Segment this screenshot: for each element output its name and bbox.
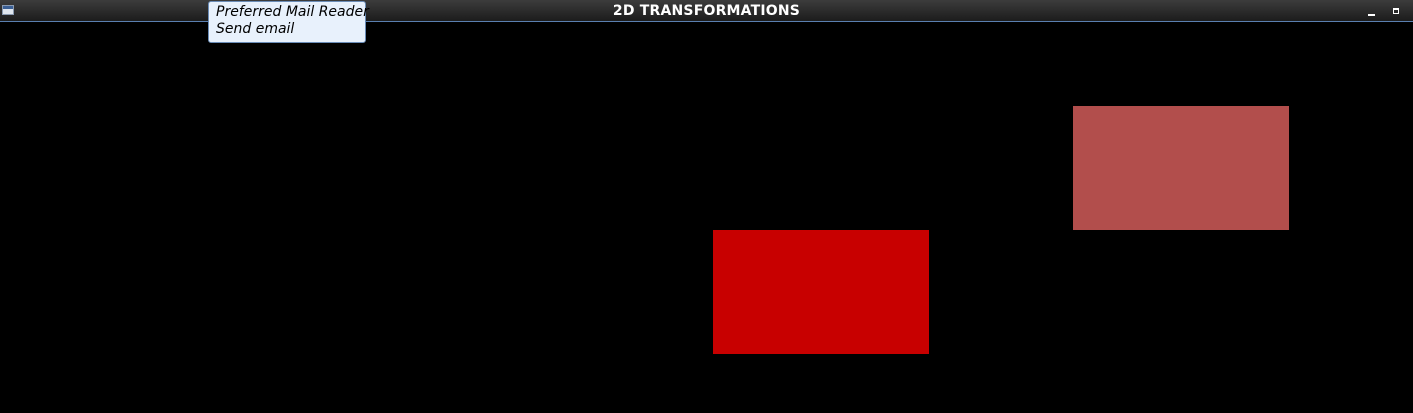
original-rectangle bbox=[713, 230, 929, 354]
app-window: 2D TRANSFORMATIONS Preferred Mail Reader… bbox=[0, 0, 1413, 413]
tooltip-subtitle: Send email bbox=[216, 21, 295, 37]
tooltip-title: Preferred Mail Reader bbox=[216, 4, 369, 20]
maximize-icon[interactable] bbox=[1389, 4, 1403, 18]
tooltip: Preferred Mail Reader Send email bbox=[208, 1, 369, 43]
minimize-icon[interactable] bbox=[1364, 4, 1378, 18]
transformed-rectangle bbox=[1073, 106, 1289, 230]
